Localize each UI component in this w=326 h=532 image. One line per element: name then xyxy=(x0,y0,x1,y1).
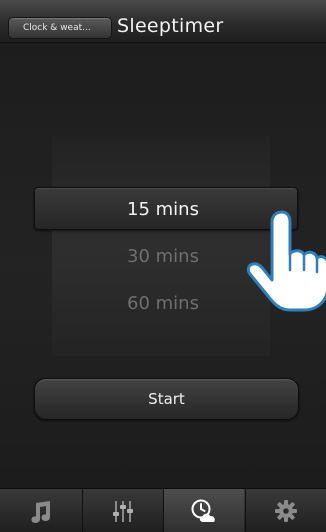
app-window: Clock & weat... Sleeptimer 15 mins 30 mi… xyxy=(0,0,326,532)
back-button-label: Clock & weat... xyxy=(23,23,91,33)
equalizer-icon xyxy=(113,501,133,522)
tab-bar xyxy=(0,488,326,532)
nav-bar: Clock & weat... Sleeptimer xyxy=(0,0,326,43)
tab-settings[interactable] xyxy=(245,489,326,532)
tab-equalizer[interactable] xyxy=(82,489,163,532)
tab-clock-weather[interactable] xyxy=(163,489,244,532)
page-title: Sleeptimer xyxy=(117,15,224,37)
clock-weather-icon xyxy=(191,499,215,522)
start-button[interactable]: Start xyxy=(34,378,299,420)
gear-icon xyxy=(275,500,297,522)
music-note-icon xyxy=(31,501,50,523)
back-button[interactable]: Clock & weat... xyxy=(8,17,112,39)
tab-music[interactable] xyxy=(0,489,81,532)
tap-hand-icon xyxy=(246,210,326,312)
